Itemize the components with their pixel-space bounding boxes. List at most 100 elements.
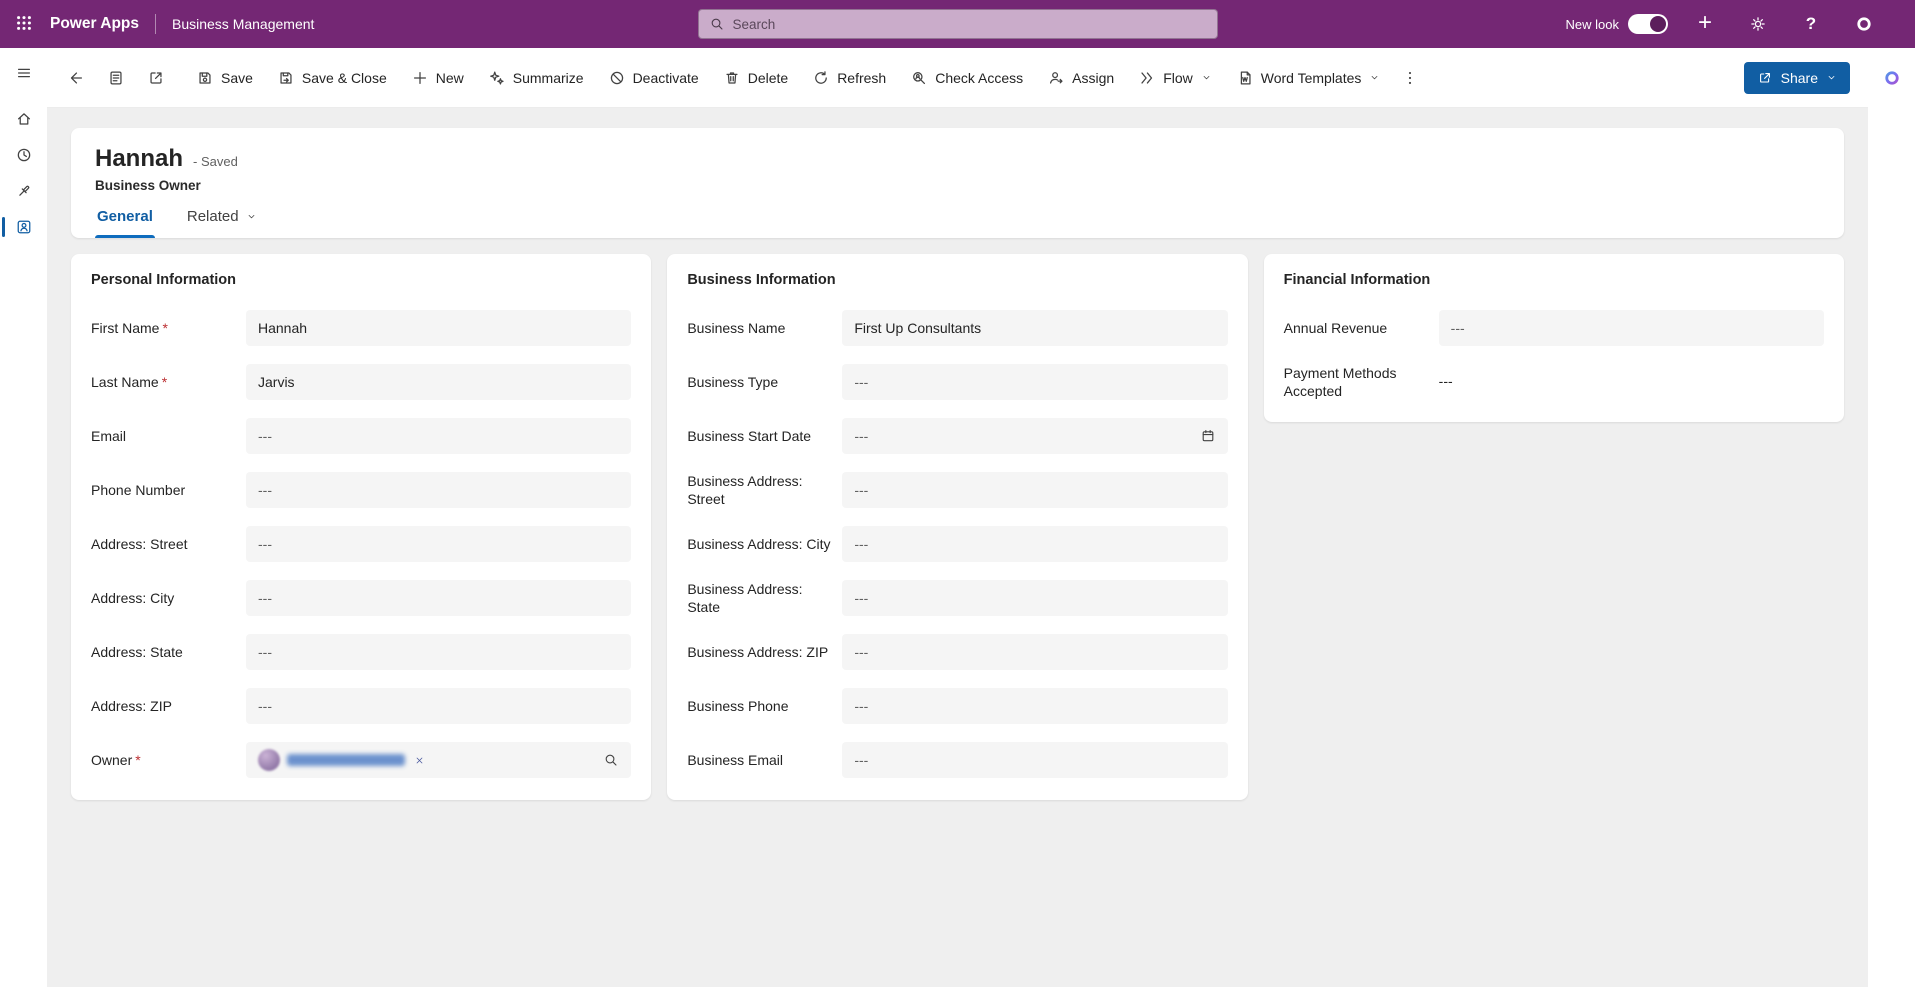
field-input[interactable]: --- (246, 418, 631, 454)
rail-entity-business-owners-button[interactable] (0, 210, 47, 244)
calendar-icon[interactable] (1200, 428, 1216, 444)
settings-button[interactable] (1742, 8, 1774, 40)
save-close-button[interactable]: Save & Close (266, 59, 398, 97)
field-value: --- (1451, 320, 1465, 336)
refresh-icon (812, 69, 830, 87)
required-asterisk: * (135, 752, 140, 768)
field-input[interactable] (246, 742, 631, 778)
more-commands-button[interactable] (1391, 59, 1429, 97)
field-input[interactable]: --- (842, 526, 1227, 562)
tab-general[interactable]: General (95, 208, 155, 238)
field-label: Owner* (91, 751, 246, 769)
global-search[interactable] (698, 9, 1218, 39)
check-access-button[interactable]: Check Access (899, 59, 1034, 97)
new-button[interactable]: New (400, 59, 475, 97)
rail-home-button[interactable] (0, 102, 47, 136)
field-value: --- (854, 644, 868, 660)
save-button[interactable]: Save (185, 59, 264, 97)
field-input[interactable]: --- (246, 526, 631, 562)
rail-menu-toggle-button[interactable] (0, 56, 47, 90)
deactivate-button[interactable]: Deactivate (597, 59, 710, 97)
command-label: Deactivate (633, 70, 699, 86)
quick-create-button[interactable]: + (1689, 8, 1721, 40)
chevron-down-icon (1201, 72, 1212, 83)
field-input[interactable]: --- (842, 364, 1227, 400)
lookup-selected-record[interactable] (258, 749, 427, 771)
chevron-down-icon (1369, 72, 1380, 83)
rail-recent-button[interactable] (0, 138, 47, 172)
field-label: Business Type (687, 373, 842, 391)
field-control: --- (842, 364, 1227, 400)
refresh-button[interactable]: Refresh (801, 59, 897, 97)
form-switcher-button[interactable] (97, 59, 135, 97)
field-label-text: Address: State (91, 644, 183, 660)
new-look-control: New look (1566, 14, 1668, 34)
plus-icon: + (1698, 11, 1712, 35)
field-label: Business Address: State (687, 580, 842, 616)
word-templates-button[interactable]: Word Templates (1225, 59, 1392, 97)
tab-related[interactable]: Related (185, 208, 259, 238)
app-header: Power Apps Business Management New look … (0, 0, 1915, 48)
field-input[interactable]: Jarvis (246, 364, 631, 400)
flow-button[interactable]: Flow (1127, 59, 1223, 97)
delete-button[interactable]: Delete (712, 59, 799, 97)
field-input[interactable]: --- (246, 472, 631, 508)
field-label: Payment Methods Accepted (1284, 364, 1439, 400)
save-close-icon (277, 69, 295, 87)
field-control: --- (1439, 373, 1824, 391)
field-input[interactable]: --- (246, 688, 631, 724)
field-control: --- (246, 580, 631, 616)
field-control: --- (842, 526, 1227, 562)
share-button-label: Share (1781, 70, 1818, 86)
summarize-button[interactable]: Summarize (477, 59, 595, 97)
back-button[interactable] (57, 59, 95, 97)
help-icon: ? (1806, 14, 1816, 34)
field-control: --- (842, 472, 1227, 508)
assign-button[interactable]: Assign (1036, 59, 1125, 97)
field-row: Address: State --- (91, 634, 631, 670)
field-label: Address: ZIP (91, 697, 246, 715)
new-look-toggle[interactable] (1628, 14, 1668, 34)
field-input[interactable]: First Up Consultants (842, 310, 1227, 346)
field-input[interactable]: --- (842, 418, 1227, 454)
command-label: Check Access (935, 70, 1023, 86)
flow-icon (1138, 69, 1156, 87)
field-input[interactable]: --- (842, 742, 1227, 778)
copilot-header-button[interactable] (1848, 8, 1880, 40)
command-label: Summarize (513, 70, 584, 86)
command-label: Word Templates (1261, 70, 1362, 86)
field-label: Business Name (687, 319, 842, 337)
field-value: --- (1439, 373, 1453, 389)
field-label: Address: City (91, 589, 246, 607)
rail-pinned-button[interactable] (0, 174, 47, 208)
app-launcher-button[interactable] (0, 0, 48, 48)
field-input[interactable]: --- (246, 634, 631, 670)
field-row: Business Address: ZIP--- (687, 634, 1227, 670)
field-control: --- (246, 688, 631, 724)
copilot-pane-button[interactable] (1876, 62, 1908, 94)
share-icon (1757, 70, 1773, 86)
field-input[interactable]: --- (842, 580, 1227, 616)
popout-button[interactable] (137, 59, 175, 97)
chevron-down-icon (246, 211, 257, 222)
lookup-clear-button[interactable] (412, 753, 427, 768)
field-input[interactable]: --- (246, 580, 631, 616)
section-financial-information: Financial InformationAnnual Revenue---Pa… (1264, 254, 1844, 422)
field-label: Business Phone (687, 697, 842, 715)
field-input[interactable]: --- (842, 472, 1227, 508)
field-input[interactable]: Hannah (246, 310, 631, 346)
form-content: Hannah - Saved Business Owner General Re… (47, 108, 1868, 987)
field-label-text: Business Type (687, 374, 778, 390)
lookup-search-icon[interactable] (603, 752, 619, 768)
copilot-icon (1855, 15, 1873, 33)
field-input[interactable]: --- (842, 634, 1227, 670)
save-icon (196, 69, 214, 87)
field-input[interactable]: --- (1439, 310, 1824, 346)
share-button[interactable]: Share (1744, 62, 1850, 94)
tab-general-label: General (97, 208, 153, 225)
field-input[interactable]: --- (842, 688, 1227, 724)
search-input[interactable] (733, 17, 1207, 32)
field-row: Business NameFirst Up Consultants (687, 310, 1227, 346)
help-button[interactable]: ? (1795, 8, 1827, 40)
app-name: Business Management (172, 16, 314, 32)
